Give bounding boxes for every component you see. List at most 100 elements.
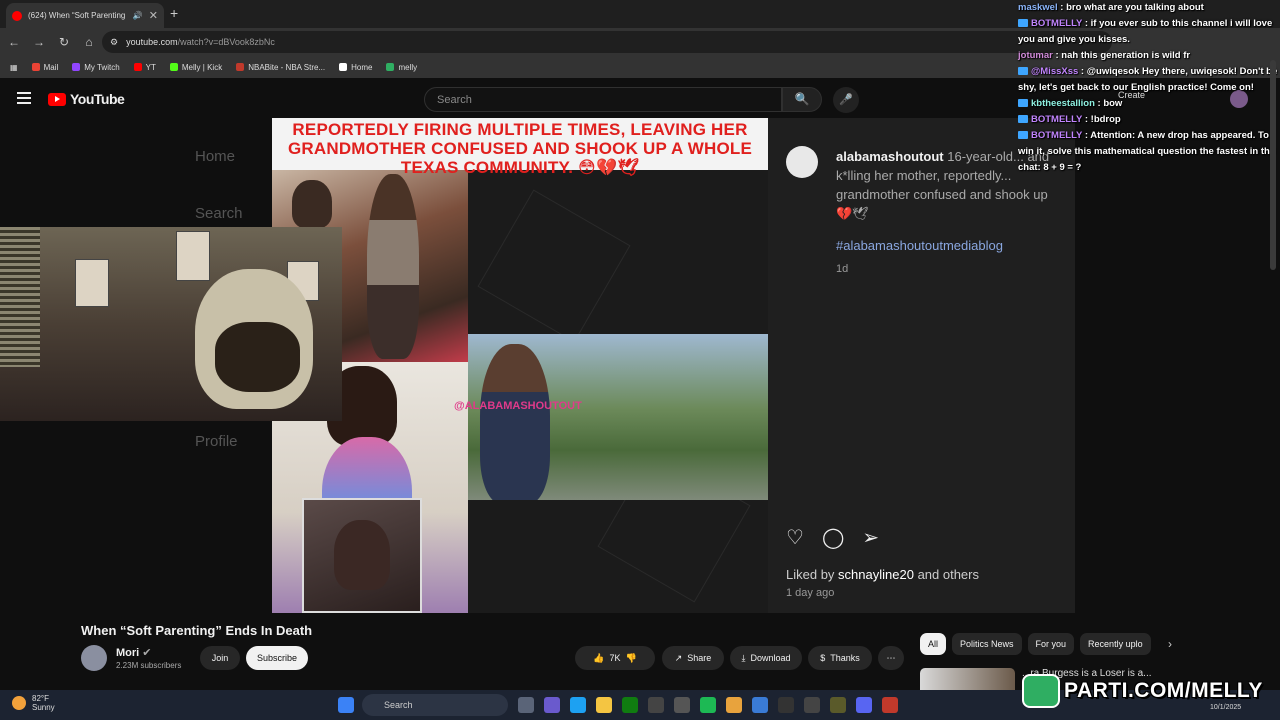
capcut-icon[interactable] (778, 697, 794, 713)
filter-chip[interactable]: Politics News (952, 633, 1022, 655)
windows-start-icon[interactable] (338, 697, 354, 713)
bookmark-item[interactable]: Mail (31, 62, 59, 72)
sidebar-item[interactable]: Profile (195, 433, 277, 490)
liked-by-prefix: Liked by (786, 567, 835, 582)
bookmark-item[interactable]: Home (339, 63, 372, 72)
subscriber-count: 2.23M subscribers (116, 661, 182, 670)
liked-by-user[interactable]: schnayline20 (838, 567, 914, 582)
chat-username[interactable]: maskwel (1018, 2, 1058, 13)
chat-message: BOTMELLY : !bdrop (1015, 112, 1280, 128)
post-hashtag[interactable]: #alabamashoutoutmediablog (836, 238, 1003, 253)
edge-icon[interactable] (570, 697, 586, 713)
bookmark-item[interactable]: melly (386, 63, 417, 72)
bookmark-item[interactable]: YT (133, 63, 156, 72)
chat-text: bro what are you talking about (1066, 2, 1204, 13)
chat-username[interactable]: BOTMELLY (1031, 114, 1082, 125)
chat-message: BOTMELLY : if you ever sub to this chann… (1015, 16, 1280, 48)
like-dislike-button[interactable]: 👍 7K 👎 (575, 646, 655, 670)
chat-separator: : (1082, 114, 1091, 125)
chat-badge-icon (1018, 67, 1028, 76)
more-actions-icon[interactable]: ⋯ (878, 646, 904, 670)
photo-news-interview (468, 334, 768, 500)
thanks-button[interactable]: $ Thanks (808, 646, 872, 670)
browser-tab[interactable]: (624) When “Soft Parenting 🔊 ✕ (6, 3, 164, 28)
photos-icon[interactable] (752, 697, 768, 713)
chips-next-icon[interactable]: › (1168, 637, 1172, 651)
menu-icon[interactable] (17, 92, 31, 107)
bookmark-item[interactable]: NBABite - NBA Stre... (236, 63, 325, 72)
bookmark-item[interactable]: My Twitch (72, 63, 120, 72)
page-scrollbar[interactable] (1270, 60, 1276, 270)
subscribe-button[interactable]: Subscribe (246, 646, 308, 670)
back-icon[interactable]: ← (3, 35, 25, 49)
chat-badge-icon (1018, 19, 1028, 28)
video-player[interactable]: @ALABAMASHOUTOUT REPORTEDLY FIRING MULTI… (272, 118, 768, 613)
file-explorer-icon[interactable] (596, 697, 612, 713)
app-icon[interactable] (830, 697, 846, 713)
bookmark-favicon-icon (339, 63, 348, 71)
site-info-icon[interactable]: ⚙ (110, 37, 118, 48)
post-avatar[interactable] (786, 146, 818, 178)
video-headline: REPORTEDLY FIRING MULTIPLE TIMES, LEAVIN… (272, 118, 768, 177)
chat-badge-icon (1018, 131, 1028, 140)
download-button[interactable]: ⤓ Download (730, 646, 802, 670)
share-button[interactable]: ↗ Share (662, 646, 724, 670)
new-tab-button[interactable]: + (170, 5, 178, 21)
voice-search-icon[interactable]: 🎤 (833, 87, 859, 113)
thumbs-down-icon[interactable]: 👎 (626, 653, 637, 664)
copilot-icon[interactable] (544, 697, 560, 713)
chat-badge-icon (1018, 99, 1028, 108)
share-send-icon[interactable]: ➢ (862, 525, 879, 550)
chat-username[interactable]: jotumar (1018, 50, 1053, 61)
bookmark-item[interactable]: Melly | Kick (169, 63, 222, 72)
audio-icon[interactable]: 🔊 (133, 11, 143, 20)
chat-username[interactable]: @MissXss (1031, 66, 1078, 77)
bookmark-favicon-icon (169, 63, 178, 71)
chat-username[interactable]: BOTMELLY (1031, 130, 1082, 141)
post-username[interactable]: alabamashoutout (836, 149, 944, 164)
apps-grid-icon[interactable]: ▦ (10, 63, 18, 72)
comment-icon[interactable]: ◯ (822, 525, 844, 550)
recommendation-thumbnail[interactable] (920, 668, 1015, 690)
location-pin-icon[interactable] (882, 697, 898, 713)
forward-icon[interactable]: → (28, 35, 50, 49)
xbox-icon[interactable] (622, 697, 638, 713)
sidebar-item[interactable]: Home (195, 148, 277, 205)
weather-widget[interactable]: 82°F Sunny (12, 694, 55, 712)
search-input[interactable]: Search (424, 87, 782, 112)
media-player-icon[interactable] (804, 697, 820, 713)
channel-avatar[interactable] (81, 645, 107, 671)
channel-name[interactable]: Mori ✔ (116, 646, 152, 659)
share-icon: ↗ (674, 652, 683, 663)
chat-text: nah this generation is wild fr (1061, 50, 1191, 61)
bookmark-label: Mail (43, 62, 59, 72)
youtube-logo[interactable]: YouTube (48, 91, 125, 107)
taskbar-search[interactable]: Search (362, 694, 508, 716)
youtube-logo-text: YouTube (70, 91, 125, 107)
video-watermark: @ALABAMASHOUTOUT (454, 400, 582, 412)
chat-username[interactable]: BOTMELLY (1031, 18, 1082, 29)
reload-icon[interactable]: ↻ (53, 35, 75, 49)
chrome-icon[interactable] (726, 697, 742, 713)
filter-chip[interactable]: All (920, 633, 947, 655)
filter-chip[interactable]: Recently uplo (1080, 633, 1151, 655)
address-bar[interactable]: ⚙ youtube.com/watch?v=dBVook8zbNc (102, 31, 1112, 53)
obs-icon[interactable] (648, 697, 664, 713)
bookmark-favicon-icon (31, 63, 40, 71)
chat-username[interactable]: kbtheestallion (1031, 98, 1095, 109)
spotify-icon[interactable] (700, 697, 716, 713)
like-count: 7K (609, 653, 621, 663)
thumbs-up-icon[interactable]: 👍 (593, 653, 604, 664)
bookmark-label: melly (398, 62, 418, 72)
url-path: /watch?v=dBVook8zbNc (177, 37, 275, 47)
discord-icon[interactable] (856, 697, 872, 713)
close-tab-icon[interactable]: ✕ (149, 9, 158, 22)
task-view-icon[interactable] (518, 697, 534, 713)
search-button[interactable]: 🔍 (782, 87, 822, 112)
join-button[interactable]: Join (200, 646, 240, 670)
like-heart-icon[interactable]: ♡ (786, 525, 804, 550)
home-icon[interactable]: ⌂ (78, 35, 100, 49)
filter-chip[interactable]: For you (1027, 633, 1075, 655)
weather-condition: Sunny (32, 703, 55, 712)
store-icon[interactable] (674, 697, 690, 713)
